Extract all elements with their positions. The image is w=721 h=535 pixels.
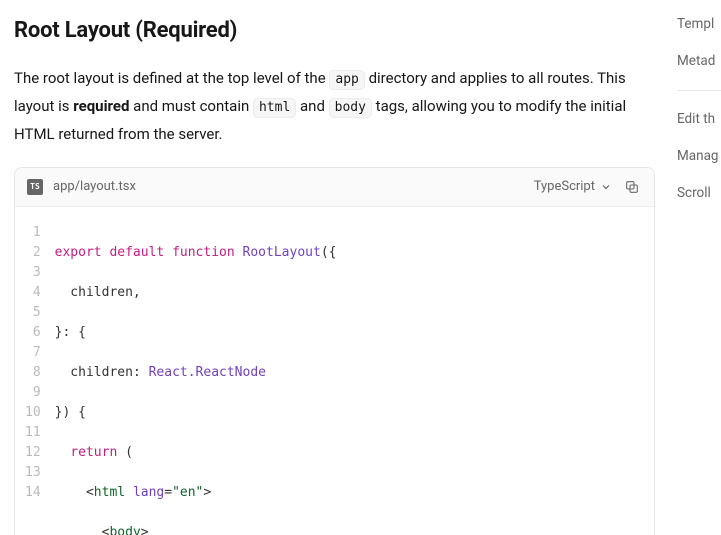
ts-badge-icon: TS: [27, 179, 43, 195]
section-paragraph: The root layout is defined at the top le…: [14, 65, 655, 148]
code-line: }) {: [55, 403, 640, 423]
text: The root layout is defined at the top le…: [14, 69, 329, 87]
line-number: 14: [25, 483, 41, 503]
line-number: 2: [25, 243, 41, 263]
line-number: 5: [25, 303, 41, 323]
line-number: 10: [25, 403, 41, 423]
inline-code-body: body: [329, 98, 372, 118]
copy-icon: [624, 179, 640, 195]
line-number: 11: [25, 423, 41, 443]
code-line: export default function RootLayout({: [55, 243, 640, 263]
sidebar-item-templates[interactable]: Templ: [673, 6, 721, 43]
text: and: [296, 97, 328, 115]
line-number: 9: [25, 383, 41, 403]
line-number: 1: [25, 223, 41, 243]
code-lines: export default function RootLayout({ chi…: [55, 223, 654, 535]
chevron-down-icon: [600, 181, 612, 193]
section-heading: Root Layout (Required): [14, 12, 655, 49]
code-filename: app/layout.tsx: [53, 176, 524, 198]
line-number: 12: [25, 443, 41, 463]
line-number: 3: [25, 263, 41, 283]
code-line: <body>: [55, 523, 640, 535]
right-sidebar: Templ Metad Edit th Manag Scroll: [673, 0, 721, 535]
sidebar-divider: [677, 90, 721, 91]
line-number: 7: [25, 343, 41, 363]
line-number: 13: [25, 463, 41, 483]
code-line: <html lang="en">: [55, 483, 640, 503]
code-body: 1 2 3 4 5 6 7 8 9 10 11 12 13 14 export …: [15, 207, 654, 535]
code-line: return (: [55, 443, 640, 463]
inline-code-app: app: [329, 70, 364, 90]
main-content: Root Layout (Required) The root layout i…: [0, 0, 673, 535]
code-line: }: {: [55, 323, 640, 343]
line-number: 6: [25, 323, 41, 343]
copy-button[interactable]: [622, 177, 642, 197]
line-number: 4: [25, 283, 41, 303]
sidebar-item-metadata[interactable]: Metad: [673, 43, 721, 80]
text: and must contain: [129, 97, 253, 115]
code-line: children: React.ReactNode: [55, 363, 640, 383]
language-label: TypeScript: [534, 176, 595, 198]
language-selector[interactable]: TypeScript: [534, 176, 612, 198]
sidebar-item-edit[interactable]: Edit th: [673, 101, 721, 138]
inline-code-html: html: [253, 98, 296, 118]
sidebar-item-manage[interactable]: Manag: [673, 138, 721, 175]
sidebar-item-scroll[interactable]: Scroll: [673, 175, 721, 212]
text-required: required: [73, 97, 129, 115]
code-block-header: TS app/layout.tsx TypeScript: [15, 168, 654, 207]
line-number: 8: [25, 363, 41, 383]
line-number-gutter: 1 2 3 4 5 6 7 8 9 10 11 12 13 14: [15, 223, 55, 535]
code-block: TS app/layout.tsx TypeScript 1 2: [14, 167, 655, 535]
code-line: children,: [55, 283, 640, 303]
